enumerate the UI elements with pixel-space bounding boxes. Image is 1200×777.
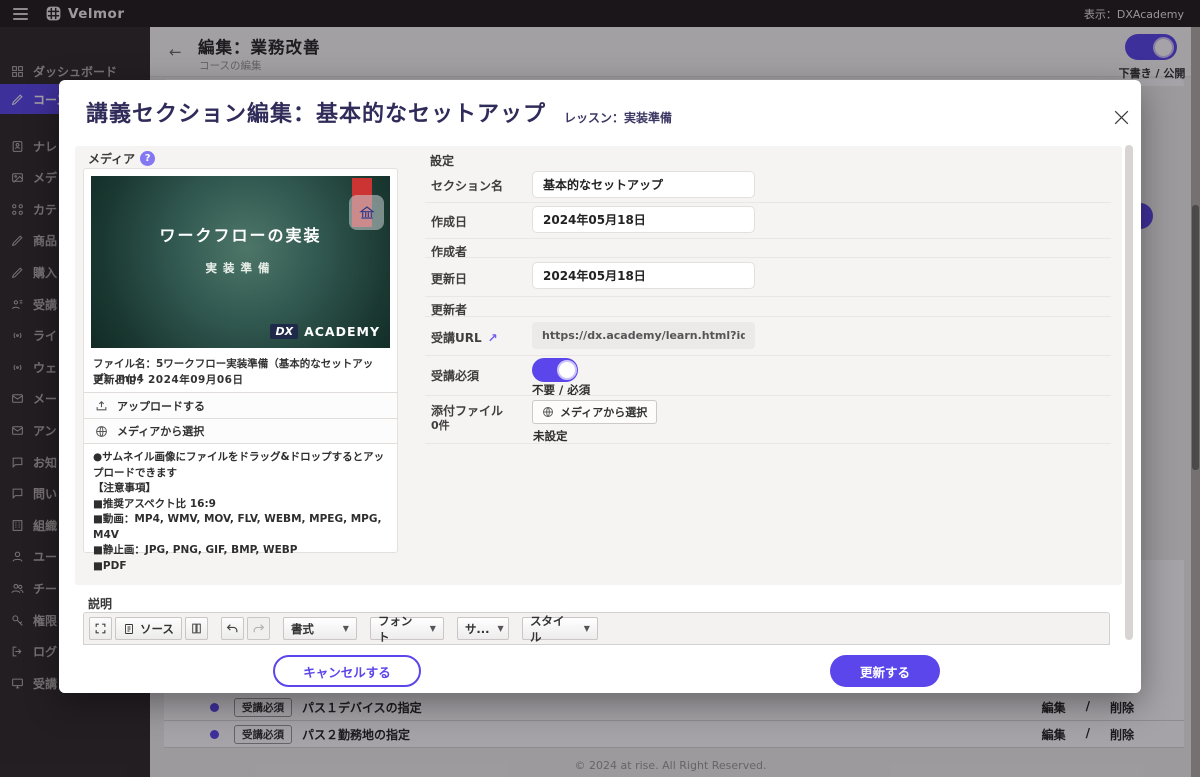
media-label-text: メディア xyxy=(88,150,135,167)
course-url-label: 受講URL ↗ xyxy=(431,329,498,346)
close-icon[interactable] xyxy=(1108,104,1134,130)
upload-button-label: アップロードする xyxy=(117,398,205,414)
academy-logo-text: ACADEMY xyxy=(304,324,380,339)
cancel-button[interactable]: キャンセルする xyxy=(273,655,421,687)
settings-section-label: 設定 xyxy=(430,152,454,169)
size-dropdown[interactable]: サ... ▼ xyxy=(457,617,509,640)
required-toggle[interactable] xyxy=(532,358,578,382)
editor-toolbar: ソース 書式▼ フォント▼ サ...▼ xyxy=(83,612,1110,645)
modal-footer: キャンセルする 更新する xyxy=(59,647,1141,693)
modal-scrollbar[interactable] xyxy=(1125,145,1133,640)
note-line: 【注意事項】 xyxy=(93,481,391,497)
section-name-label: セクション名 xyxy=(431,177,503,194)
font-dropdown[interactable]: フォント▼ xyxy=(370,617,444,640)
style-dropdown-label: スタイル xyxy=(530,613,576,645)
video-title: ワークフローの実装 xyxy=(91,222,390,246)
file-updated-date: 更新日付：2024年09月06日 xyxy=(93,372,243,387)
maximize-icon[interactable] xyxy=(89,617,112,640)
media-card: ワークフローの実装 実装準備 DX ACADEMY ファイル名：5ワークフロー実… xyxy=(83,168,398,553)
format-dropdown-label: 書式 xyxy=(291,621,314,637)
course-url-input[interactable] xyxy=(532,322,755,349)
chevron-down-icon: ▼ xyxy=(343,624,349,633)
attachment-select-button[interactable]: メディアから選択 xyxy=(532,400,657,424)
note-line: ■推奨アスペクト比 16:9 xyxy=(93,497,391,513)
font-dropdown-label: フォント xyxy=(378,613,422,645)
size-dropdown-label: サ... xyxy=(465,621,490,637)
chevron-down-icon: ▼ xyxy=(498,624,504,633)
update-button[interactable]: 更新する xyxy=(830,655,940,687)
undo-icon[interactable] xyxy=(221,617,244,640)
select-button-label: メディアから選択 xyxy=(117,423,204,439)
style-dropdown[interactable]: スタイル▼ xyxy=(522,617,598,640)
attachments-status: 未設定 xyxy=(533,428,568,444)
course-url-label-text: 受講URL xyxy=(431,331,482,345)
upload-button[interactable]: アップロードする xyxy=(84,392,397,418)
required-label: 受講必須 xyxy=(431,367,479,384)
chevron-down-icon: ▼ xyxy=(430,624,436,633)
section-name-input[interactable] xyxy=(532,171,755,198)
video-subtitle: 実装準備 xyxy=(91,260,390,276)
updated-date-label: 更新日 xyxy=(431,270,467,287)
media-notes: ●サムネイル画像にファイルをドラッグ&ドロップするとアップロードできます 【注意… xyxy=(93,450,391,574)
description-section-label: 説明 xyxy=(88,595,112,612)
source-button[interactable]: ソース xyxy=(115,617,182,640)
updated-date-input[interactable] xyxy=(532,262,755,289)
note-line: ■静止画：JPG, PNG, GIF, BMP, WEBP xyxy=(93,543,391,559)
video-thumbnail[interactable]: ワークフローの実装 実装準備 DX ACADEMY xyxy=(91,176,390,348)
edit-section-modal: 講義セクション編集：基本的なセットアップ レッスン：実装準備 メディア ? ワー… xyxy=(59,80,1141,693)
select-from-media-button[interactable]: メディアから選択 xyxy=(84,418,397,444)
created-date-input[interactable] xyxy=(532,206,755,233)
browser-scrollbar[interactable] xyxy=(1191,27,1200,777)
templates-icon[interactable] xyxy=(185,617,208,640)
video-brand: DX ACADEMY xyxy=(270,324,380,339)
chevron-down-icon: ▼ xyxy=(584,624,590,633)
media-section-label: メディア ? xyxy=(88,150,155,167)
dx-logo: DX xyxy=(270,324,298,339)
note-line: ●サムネイル画像にファイルをドラッグ&ドロップするとアップロードできます xyxy=(93,450,391,481)
redo-icon[interactable] xyxy=(247,617,270,640)
note-line: ■PDF xyxy=(93,559,391,575)
modal-title: 講義セクション編集：基本的なセットアップ xyxy=(86,96,546,128)
scrollbar-thumb[interactable] xyxy=(1192,205,1199,470)
help-icon[interactable]: ? xyxy=(140,151,155,166)
lesson-label: レッスン：実装準備 xyxy=(564,109,672,126)
note-line: ■動画：MP4, WMV, MOV, FLV, WEBM, MPEG, MPG,… xyxy=(93,512,391,543)
external-link-icon[interactable]: ↗ xyxy=(488,331,498,345)
created-date-label: 作成日 xyxy=(431,213,467,230)
attachments-count: 0件 xyxy=(431,417,450,433)
source-button-label: ソース xyxy=(140,621,174,637)
format-dropdown[interactable]: 書式 ▼ xyxy=(283,617,357,640)
attachment-select-label: メディアから選択 xyxy=(560,404,647,420)
app: Velmor 表示：DXAcademy ダッシュボードコース管理ナレメデカテ商品… xyxy=(0,0,1200,777)
